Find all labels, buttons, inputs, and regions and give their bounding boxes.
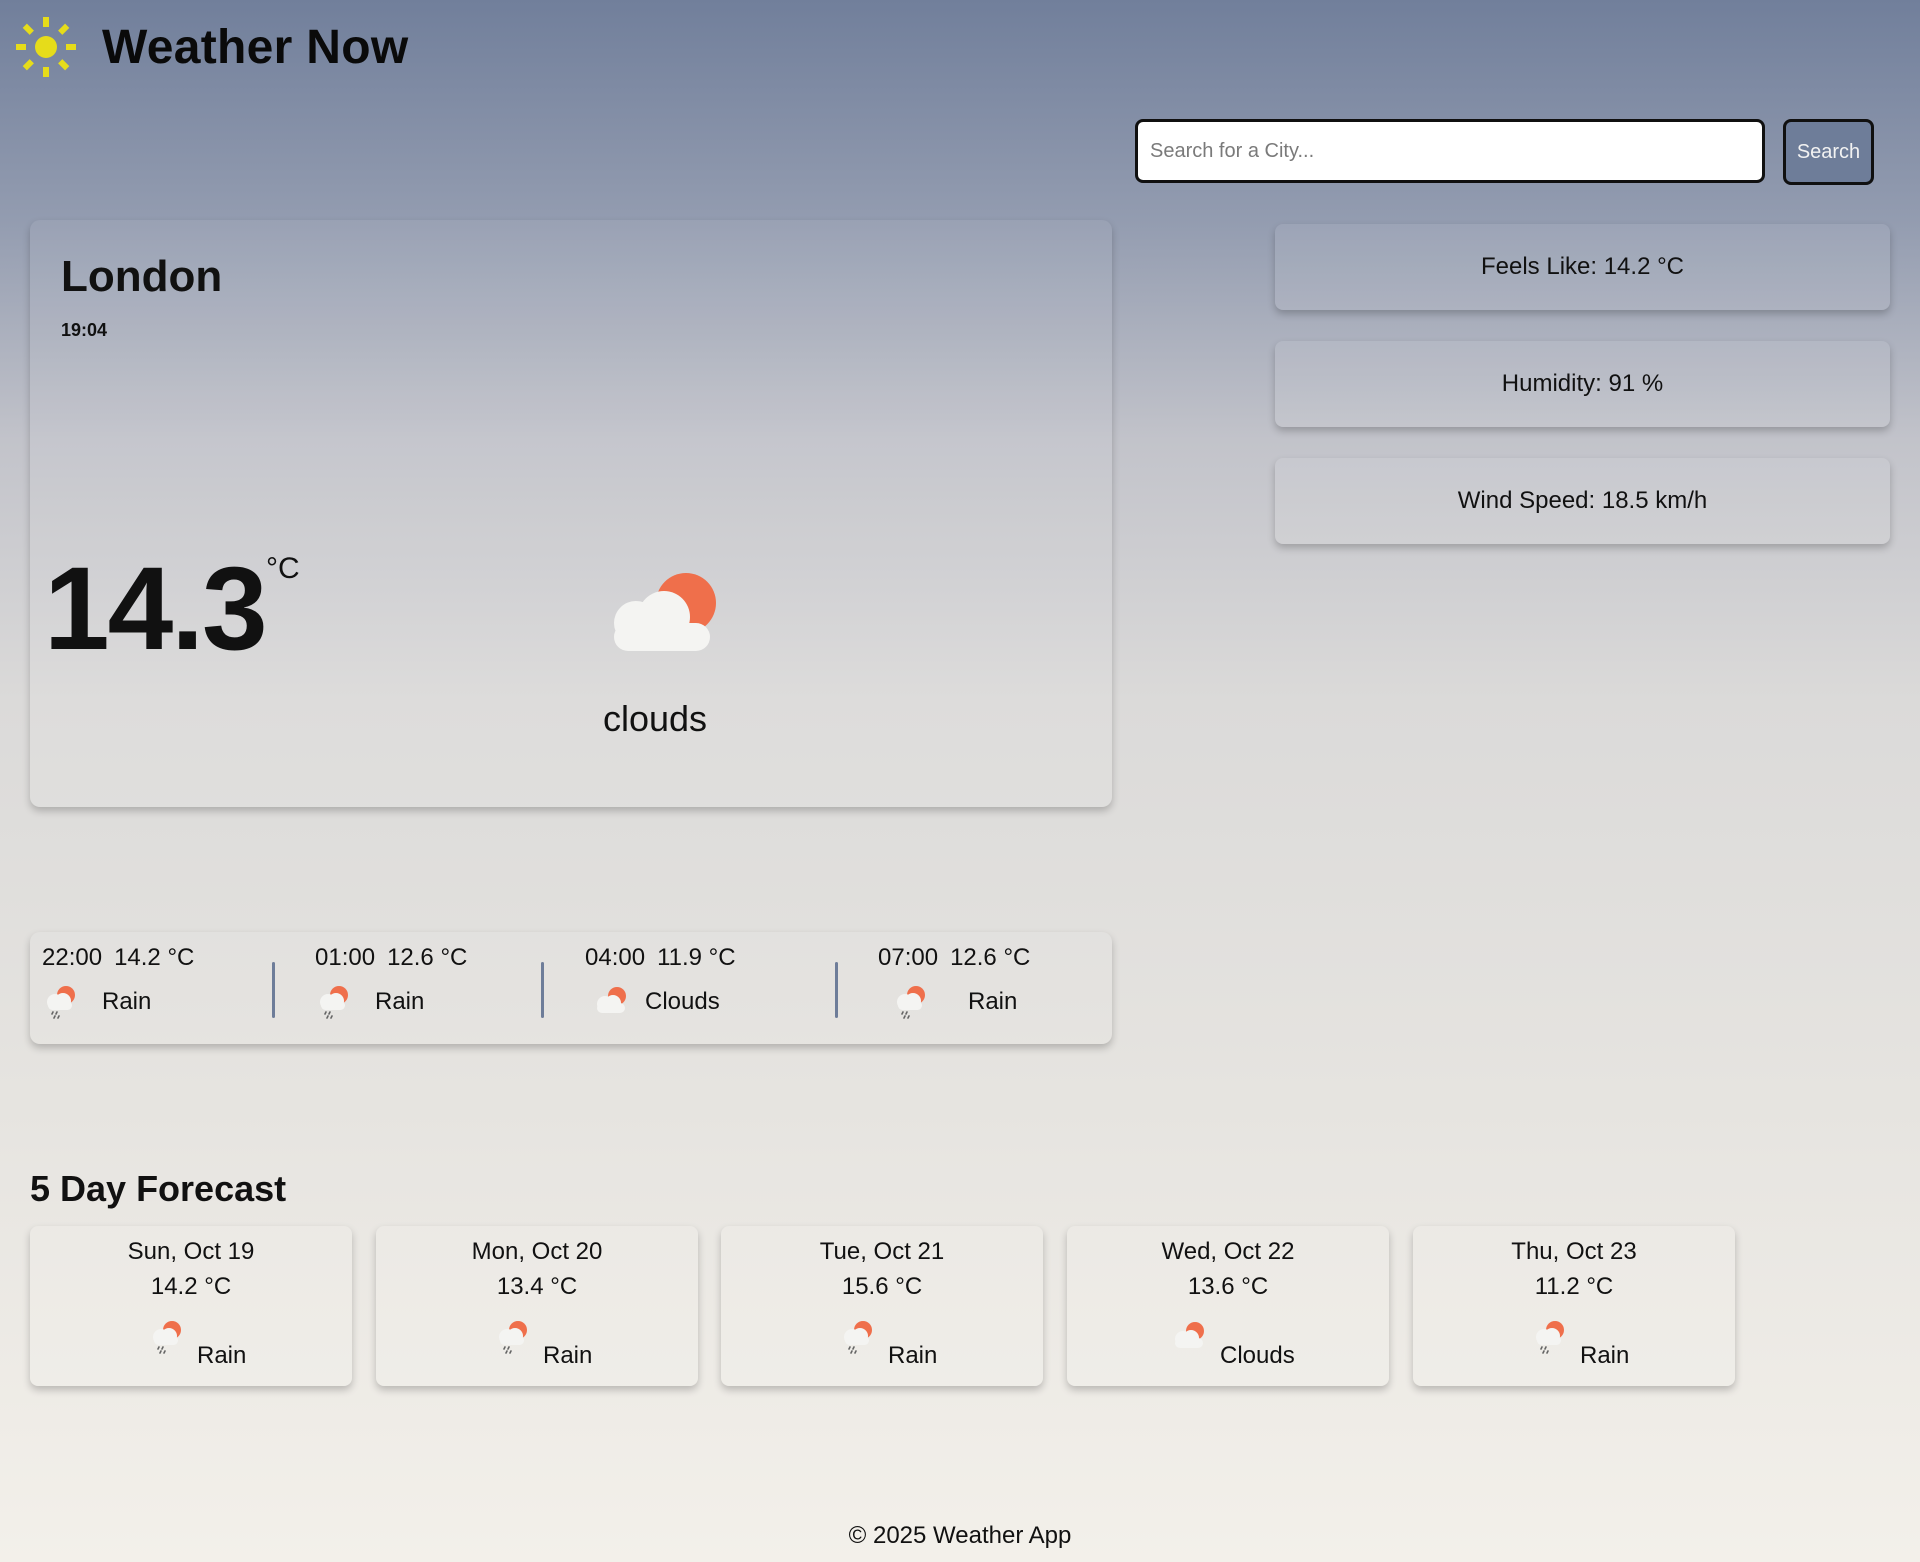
rain-icon <box>153 1321 181 1354</box>
rain-icon <box>47 986 75 1019</box>
wind-speed-card: Wind Speed: 18.5 km/h <box>1275 458 1890 544</box>
forecast-condition: Rain <box>543 1342 593 1369</box>
divider <box>272 962 275 1018</box>
hourly-time: 04:00 <box>585 944 646 971</box>
rain-icon <box>897 986 925 1019</box>
forecast-day-card: Sun, Oct 19 14.2 °C Rain <box>30 1226 352 1386</box>
sun-icon <box>16 17 76 77</box>
cloud-icon <box>1175 1322 1204 1348</box>
forecast-date: Mon, Oct 20 <box>471 1238 603 1265</box>
hourly-time: 22:00 <box>42 944 103 971</box>
search-button[interactable]: Search <box>1783 119 1874 185</box>
rain-icon <box>499 1321 527 1354</box>
forecast-temp: 13.6 °C <box>1187 1273 1269 1300</box>
forecast-condition: Rain <box>197 1342 247 1369</box>
forecast-condition: Rain <box>1580 1342 1630 1369</box>
wind-speed-text: Wind Speed: 18.5 km/h <box>1457 487 1708 514</box>
temperature-unit: °C <box>266 552 300 585</box>
hourly-condition: Rain <box>968 988 1018 1015</box>
hourly-temp: 12.6 °C <box>950 944 1031 971</box>
forecast-temp: 14.2 °C <box>150 1273 232 1300</box>
forecast-date: Tue, Oct 21 <box>819 1238 945 1265</box>
cloud-icon <box>597 987 626 1013</box>
hourly-temp: 12.6 °C <box>387 944 468 971</box>
forecast-day-card: Thu, Oct 23 11.2 °C Rain <box>1413 1226 1735 1386</box>
forecast-date: Thu, Oct 23 <box>1511 1238 1637 1265</box>
rain-icon <box>320 986 348 1019</box>
feels-like-card: Feels Like: 14.2 °C <box>1275 224 1890 310</box>
humidity-card: Humidity: 91 % <box>1275 341 1890 427</box>
app-title: Weather Now <box>102 20 409 74</box>
hourly-condition: Clouds <box>645 988 720 1015</box>
rain-icon <box>844 1321 872 1354</box>
divider <box>835 962 838 1018</box>
hourly-condition: Rain <box>102 988 152 1015</box>
forecast-temp: 11.2 °C <box>1534 1273 1614 1300</box>
rain-icon <box>1536 1321 1564 1354</box>
search-input[interactable] <box>1135 119 1765 183</box>
footer: © 2025 Weather App <box>848 1522 1072 1549</box>
hourly-time: 07:00 <box>878 944 939 971</box>
hourly-forecast-strip: 22:00 14.2 °C Rain 01:00 12.6 °C Rain 04:0… <box>30 932 1112 1044</box>
hourly-temp: 14.2 °C <box>114 944 195 971</box>
app-header: Weather Now <box>14 14 408 80</box>
forecast-day-card: Tue, Oct 21 15.6 °C Rain <box>721 1226 1043 1386</box>
forecast-heading: 5 Day Forecast <box>30 1168 287 1209</box>
cloud-sun-icon <box>614 573 716 651</box>
current-temperature: 14.3 °C <box>44 543 300 675</box>
temperature-value: 14.3 <box>44 543 268 675</box>
hourly-temp: 11.9 °C <box>657 944 736 971</box>
forecast-date: Sun, Oct 19 <box>127 1238 255 1265</box>
forecast-temp: 15.6 °C <box>841 1273 923 1300</box>
feels-like-text: Feels Like: 14.2 °C <box>1480 253 1685 280</box>
city-name: London <box>61 252 223 301</box>
humidity-text: Humidity: 91 % <box>1501 370 1664 397</box>
current-condition: clouds <box>602 698 708 739</box>
hourly-condition: Rain <box>375 988 425 1015</box>
forecast-date: Wed, Oct 22 <box>1161 1238 1295 1265</box>
current-weather-card: London 19:04 14.3 °C clouds <box>30 220 1112 807</box>
hourly-time: 01:00 <box>315 944 376 971</box>
forecast-temp: 13.4 °C <box>496 1273 578 1300</box>
forecast-condition: Clouds <box>1220 1342 1295 1369</box>
divider <box>541 962 544 1018</box>
forecast-day-card: Wed, Oct 22 13.6 °C Clouds <box>1067 1226 1389 1386</box>
local-time: 19:04 <box>61 320 108 340</box>
forecast-condition: Rain <box>888 1342 938 1369</box>
forecast-day-card: Mon, Oct 20 13.4 °C Rain <box>376 1226 698 1386</box>
